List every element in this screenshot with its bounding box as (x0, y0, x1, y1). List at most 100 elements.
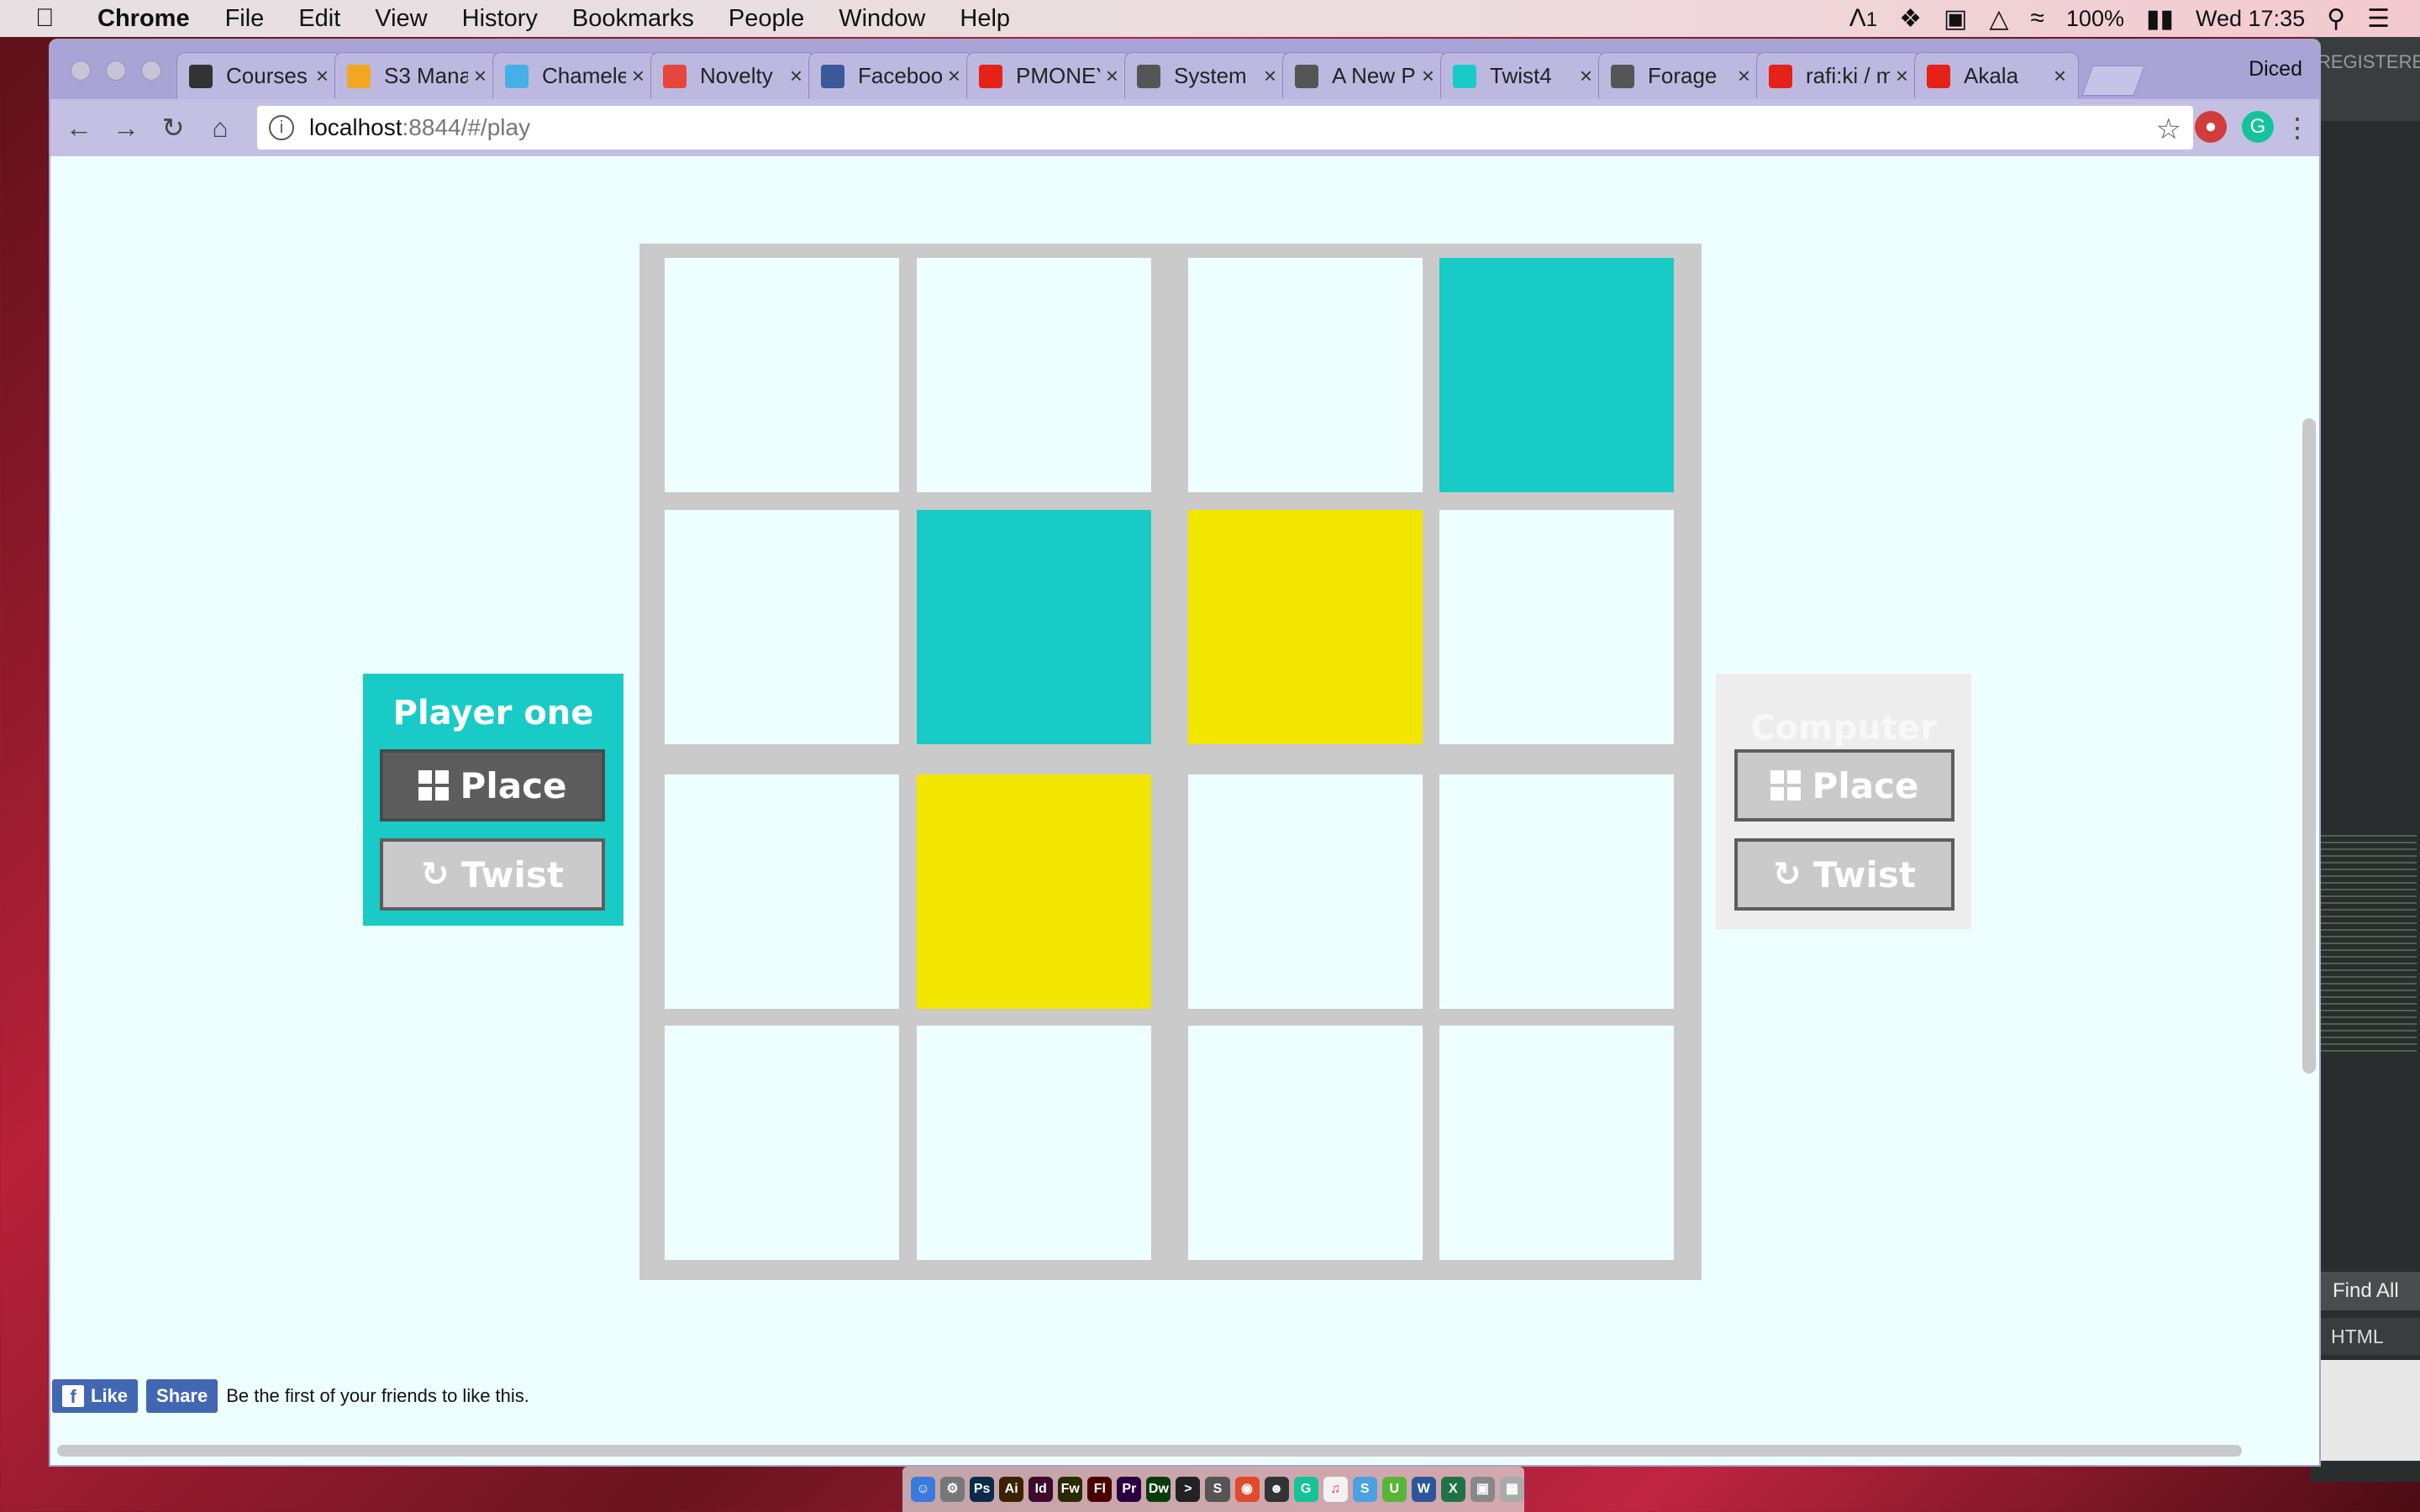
sublime-icon[interactable]: S (1205, 1477, 1230, 1502)
board-cell[interactable] (1439, 774, 1674, 1009)
itunes-icon[interactable]: ♫ (1323, 1477, 1348, 1502)
tab-close-icon[interactable]: × (1264, 63, 1276, 89)
preview-icon[interactable]: ▣ (1470, 1477, 1495, 1502)
airplay-icon[interactable]: △ (1989, 4, 2008, 34)
vertical-scrollbar[interactable] (2302, 418, 2316, 1074)
tab-close-icon[interactable]: × (2054, 63, 2066, 89)
tab-close-icon[interactable]: × (790, 63, 802, 89)
menu-people[interactable]: People (729, 5, 804, 33)
board-cell[interactable] (917, 510, 1151, 744)
menu-help[interactable]: Help (960, 5, 1010, 33)
excel-icon[interactable]: X (1440, 1477, 1465, 1502)
upwork-icon[interactable]: U (1381, 1477, 1407, 1502)
browser-tab[interactable]: rafi:ki / music× (1756, 52, 1921, 99)
reload-icon[interactable]: ↻ (155, 109, 192, 146)
apple-icon[interactable]:  (35, 4, 69, 33)
board-cell[interactable] (1188, 510, 1423, 744)
player-one-place-button[interactable]: Place (380, 749, 605, 822)
minimize-window-button[interactable] (106, 60, 126, 81)
github-icon[interactable]: ☻ (1264, 1477, 1289, 1502)
chrome-icon[interactable]: ◉ (1234, 1477, 1260, 1502)
board-cell[interactable] (917, 258, 1151, 492)
browser-tab[interactable]: PMONEY× (966, 52, 1131, 99)
facebook-share-button[interactable]: Share (146, 1379, 218, 1413)
adobe-icon[interactable]: Λ1 (1849, 4, 1877, 33)
board-cell[interactable] (665, 258, 899, 492)
tab-close-icon[interactable]: × (1422, 63, 1434, 89)
facebook-like-button[interactable]: f Like (52, 1379, 139, 1413)
premiere-icon[interactable]: Pr (1117, 1477, 1142, 1502)
menu-file[interactable]: File (225, 5, 265, 33)
address-bar[interactable]: i localhost:8844/#/play ☆ (257, 106, 2193, 150)
board-cell[interactable] (1439, 258, 1674, 492)
info-icon[interactable]: i (269, 115, 294, 140)
menu-edit[interactable]: Edit (298, 5, 340, 33)
grammarly-dock-icon[interactable]: G (1293, 1477, 1318, 1502)
browser-tab[interactable]: Twist4 × (1440, 52, 1605, 99)
notification-center-icon[interactable]: ☰ (2367, 4, 2390, 34)
new-tab-button[interactable] (2081, 66, 2145, 96)
tab-close-icon[interactable]: × (1738, 63, 1750, 89)
fireworks-icon[interactable]: Fw (1058, 1477, 1083, 1502)
menu-kebab-icon[interactable]: ⋮ (2279, 109, 2316, 146)
browser-tab[interactable]: Chameleon× (492, 52, 657, 99)
zoom-window-button[interactable] (141, 60, 161, 81)
board-cell[interactable] (917, 774, 1151, 1009)
close-window-button[interactable] (71, 60, 91, 81)
board-cell[interactable] (917, 1026, 1151, 1260)
syntax-label[interactable]: HTML (2316, 1318, 2420, 1355)
tab-close-icon[interactable]: × (316, 63, 329, 89)
browser-tab[interactable]: Novelty × (650, 52, 815, 99)
tab-close-icon[interactable]: × (474, 63, 487, 89)
browser-tab[interactable]: Courses × (176, 52, 341, 99)
board-cell[interactable] (1439, 1026, 1674, 1260)
board-cell[interactable] (665, 510, 899, 744)
browser-tab[interactable]: S3 Manager× (334, 52, 499, 99)
dropbox-icon[interactable]: ❖ (1899, 4, 1922, 34)
find-all-button[interactable]: Find All (2316, 1272, 2420, 1310)
browser-tab[interactable]: Forage × (1598, 52, 1763, 99)
back-arrow-icon[interactable]: ← (60, 109, 97, 146)
browser-tab[interactable]: A New Page× (1282, 52, 1447, 99)
board-cell[interactable] (1188, 1026, 1423, 1260)
home-icon[interactable]: ⌂ (202, 109, 239, 146)
terminal-icon[interactable]: > (1176, 1477, 1201, 1502)
tab-close-icon[interactable]: × (1106, 63, 1118, 89)
board-cell[interactable] (1188, 774, 1423, 1009)
browser-tab[interactable]: System × (1124, 52, 1289, 99)
tab-close-icon[interactable]: × (632, 63, 644, 89)
bookmark-star-icon[interactable]: ☆ (2156, 113, 2181, 146)
menu-window[interactable]: Window (839, 5, 925, 33)
menu-bookmarks[interactable]: Bookmarks (572, 5, 694, 33)
flash-icon[interactable]: Fl (1087, 1477, 1113, 1502)
computer-twist-button[interactable]: ↻ Twist (1734, 838, 1954, 911)
computer-place-button[interactable]: Place (1734, 749, 1954, 822)
indesign-icon[interactable]: Id (1028, 1477, 1054, 1502)
menu-history[interactable]: History (462, 5, 538, 33)
horizontal-scrollbar[interactable] (57, 1445, 2242, 1457)
illustrator-icon[interactable]: Ai (999, 1477, 1024, 1502)
board-cell[interactable] (1188, 258, 1423, 492)
tab-close-icon[interactable]: × (948, 63, 960, 89)
trash-icon[interactable]: ▦ (1499, 1477, 1524, 1502)
player-one-twist-button[interactable]: ↻ Twist (380, 838, 605, 911)
wifi-icon[interactable]: ≈ (2030, 4, 2044, 33)
clock[interactable]: Wed 17:35 (2196, 6, 2305, 32)
spotlight-search-icon[interactable]: ⚲ (2327, 4, 2345, 34)
s-icon[interactable]: ▣ (1944, 4, 1967, 34)
extension-badge-icon[interactable]: ● (2195, 111, 2227, 143)
tab-close-icon[interactable]: × (1896, 63, 1908, 89)
app-menu[interactable]: Chrome (97, 5, 190, 33)
menu-view[interactable]: View (375, 5, 427, 33)
profile-name[interactable]: Diced (2249, 57, 2302, 81)
board-cell[interactable] (665, 774, 899, 1009)
board-cell[interactable] (665, 1026, 899, 1260)
forward-arrow-icon[interactable]: → (108, 109, 145, 146)
tab-close-icon[interactable]: × (1580, 63, 1592, 89)
word-icon[interactable]: W (1411, 1477, 1436, 1502)
board-cell[interactable] (1439, 510, 1674, 744)
system-preferences-icon[interactable]: ⚙ (940, 1477, 965, 1502)
browser-tab[interactable]: Facebook× (808, 52, 973, 99)
dreamweaver-icon[interactable]: Dw (1146, 1477, 1171, 1502)
finder-icon[interactable]: ☺ (911, 1477, 936, 1502)
